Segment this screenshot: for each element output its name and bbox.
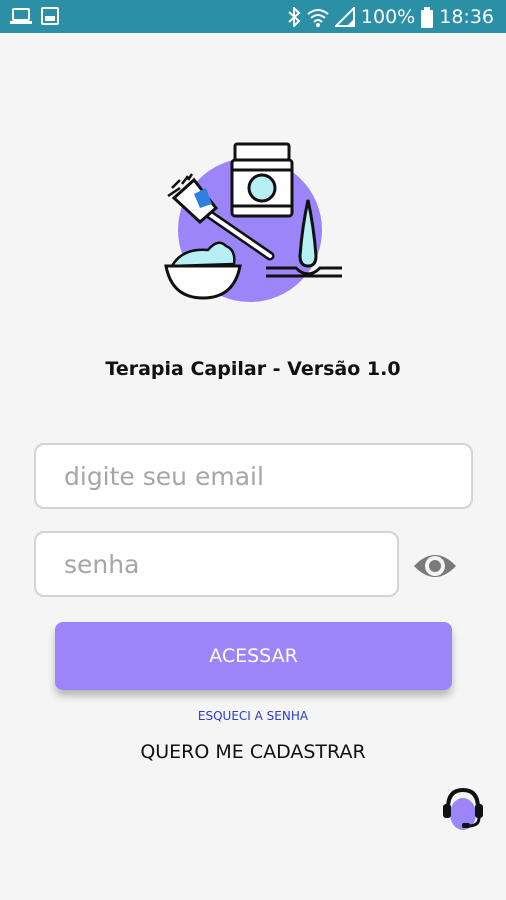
support-headset-icon[interactable] — [438, 784, 488, 834]
jar-icon — [230, 142, 294, 218]
battery-percentage: 100% — [360, 6, 416, 28]
battery-icon — [421, 6, 434, 28]
login-button[interactable]: ACESSAR — [55, 622, 452, 690]
image-icon — [41, 7, 59, 25]
bowl-icon — [164, 241, 242, 300]
signal-icon — [334, 7, 355, 27]
login-screen: 100% 18:36 Terapia Capilar - Versão 1.0 … — [0, 0, 506, 900]
wifi-icon — [307, 7, 329, 27]
password-input[interactable] — [36, 533, 397, 595]
show-password-eye-icon[interactable] — [412, 548, 458, 584]
email-field[interactable] — [34, 443, 473, 509]
bluetooth-icon — [287, 7, 301, 27]
password-field[interactable] — [34, 531, 399, 597]
app-title: Terapia Capilar - Versão 1.0 — [105, 358, 401, 380]
status-time: 18:36 — [439, 6, 494, 28]
laptop-icon — [10, 7, 32, 25]
email-input[interactable] — [36, 445, 471, 507]
hair-therapy-logo — [158, 138, 348, 306]
register-link[interactable]: QUERO ME CADASTRAR — [0, 741, 506, 763]
forgot-password-link[interactable]: ESQUECI A SENHA — [0, 709, 506, 723]
status-bar: 100% 18:36 — [0, 0, 506, 33]
